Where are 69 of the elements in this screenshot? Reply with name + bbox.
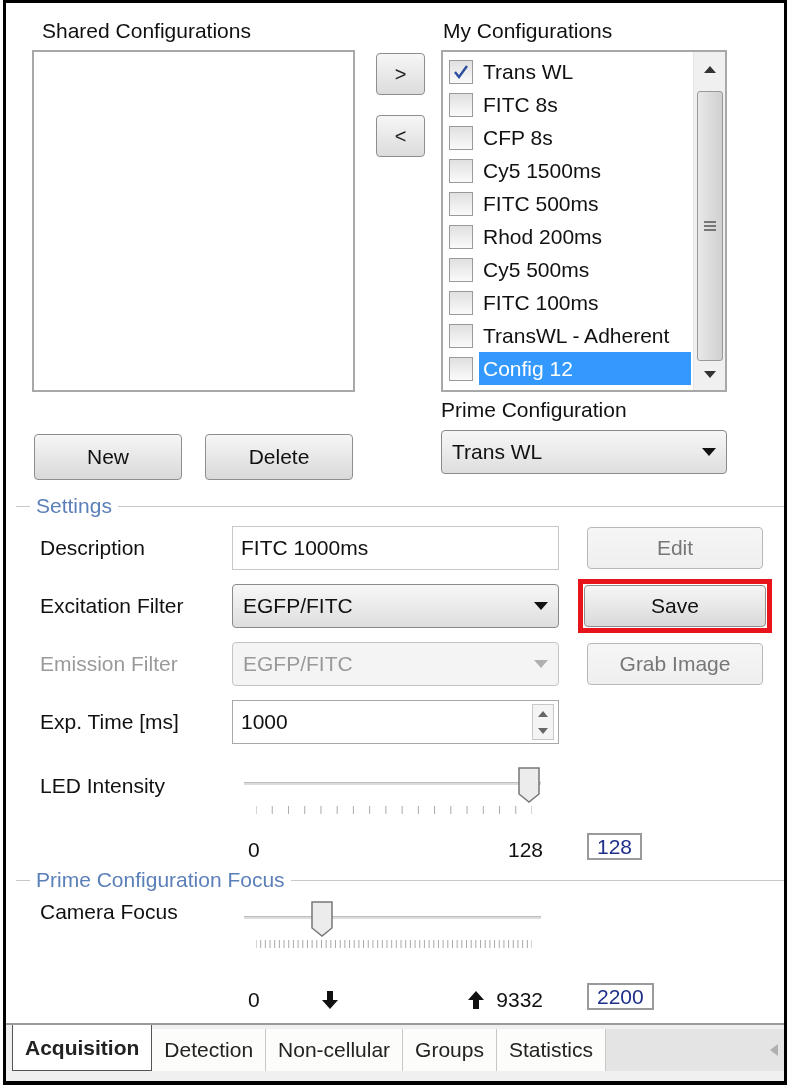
slider-label: LED Intensity (40, 773, 166, 798)
list-item[interactable]: Cy5 500ms (479, 253, 691, 286)
list-item[interactable]: FITC 8s (479, 88, 691, 121)
list-button[interactable]: New (34, 434, 182, 480)
value-display: 128 (587, 833, 643, 860)
tab[interactable]: Acquisition (12, 1025, 153, 1071)
move-button[interactable]: > (376, 53, 425, 95)
field-label: Description (40, 536, 147, 560)
list-item[interactable]: Trans WL (479, 55, 691, 88)
field-label: Excitation Filter (40, 594, 185, 618)
caret-down-icon (534, 660, 548, 668)
tab[interactable]: Detection (152, 1029, 267, 1071)
arrow-up-icon[interactable] (468, 991, 485, 1009)
field-label: Emission Filter (40, 652, 179, 676)
filter-dropdown[interactable]: EGFP/FITC (232, 584, 559, 628)
section-title: Settings (36, 494, 112, 518)
checkbox[interactable] (449, 323, 473, 348)
arrow-down-icon[interactable] (321, 991, 338, 1009)
list-button[interactable]: Delete (205, 434, 353, 480)
list-item[interactable]: FITC 500ms (479, 187, 691, 220)
checkbox[interactable] (449, 290, 473, 315)
prime-configuration-dropdown[interactable]: Trans WL (441, 430, 727, 474)
tab[interactable]: Non-cellular (266, 1029, 404, 1071)
slider-track[interactable] (244, 900, 541, 938)
maximum-value: 128 (507, 838, 543, 862)
scroll-left-icon[interactable] (770, 1044, 778, 1056)
minimum-value: 0 (248, 838, 260, 862)
list-heading: Shared Configurations (41, 18, 252, 44)
move-button[interactable]: < (376, 115, 425, 157)
checkbox[interactable] (449, 224, 473, 249)
list-item[interactable]: FITC 100ms (479, 286, 691, 319)
checkbox[interactable] (449, 191, 473, 216)
caret-down-icon (702, 448, 716, 456)
checkbox[interactable] (449, 59, 473, 84)
list-item[interactable]: TransWL - Adherent (479, 319, 691, 352)
checkbox[interactable] (449, 356, 473, 381)
number-spinner[interactable]: 1000 (232, 700, 559, 744)
tab[interactable]: Groups (403, 1029, 497, 1071)
grip-icon (703, 221, 716, 231)
checkmark-icon (453, 63, 469, 80)
spin-up-icon[interactable] (538, 710, 548, 717)
checkbox[interactable] (449, 125, 473, 150)
slider-label: Camera Focus (40, 900, 179, 924)
list-heading: My Configurations (442, 18, 614, 44)
value-display: 2200 (587, 983, 654, 1010)
tab[interactable]: Statistics (497, 1029, 606, 1071)
text-field[interactable]: FITC 1000ms (232, 526, 559, 570)
scrollbar[interactable] (693, 52, 725, 390)
field-label: Exp. Time [ms] (40, 710, 180, 734)
checkbox[interactable] (449, 158, 473, 183)
list-item[interactable]: CFP 8s (479, 121, 691, 154)
action-button[interactable]: Save (584, 585, 766, 627)
list-item[interactable]: Cy5 1500ms (479, 154, 691, 187)
checkbox[interactable] (449, 257, 473, 282)
scroll-up-icon[interactable] (703, 66, 716, 73)
spin-down-icon[interactable] (538, 727, 548, 734)
minimum-value: 0 (248, 988, 260, 1012)
field-label: Prime Configuration (441, 398, 628, 422)
scroll-down-icon[interactable] (703, 371, 716, 378)
slider-thumb[interactable] (309, 900, 334, 938)
maximum-value: 9332 (496, 988, 543, 1012)
checkbox[interactable] (449, 92, 473, 117)
shared-configurations-list[interactable] (32, 50, 355, 392)
caret-down-icon (534, 602, 548, 610)
section-title: Prime Configuration Focus (36, 868, 285, 892)
slider-track[interactable] (244, 766, 541, 804)
slider-thumb[interactable] (517, 766, 541, 804)
list-item[interactable]: Rhod 200ms (479, 220, 691, 253)
scroll-thumb[interactable] (696, 91, 723, 361)
